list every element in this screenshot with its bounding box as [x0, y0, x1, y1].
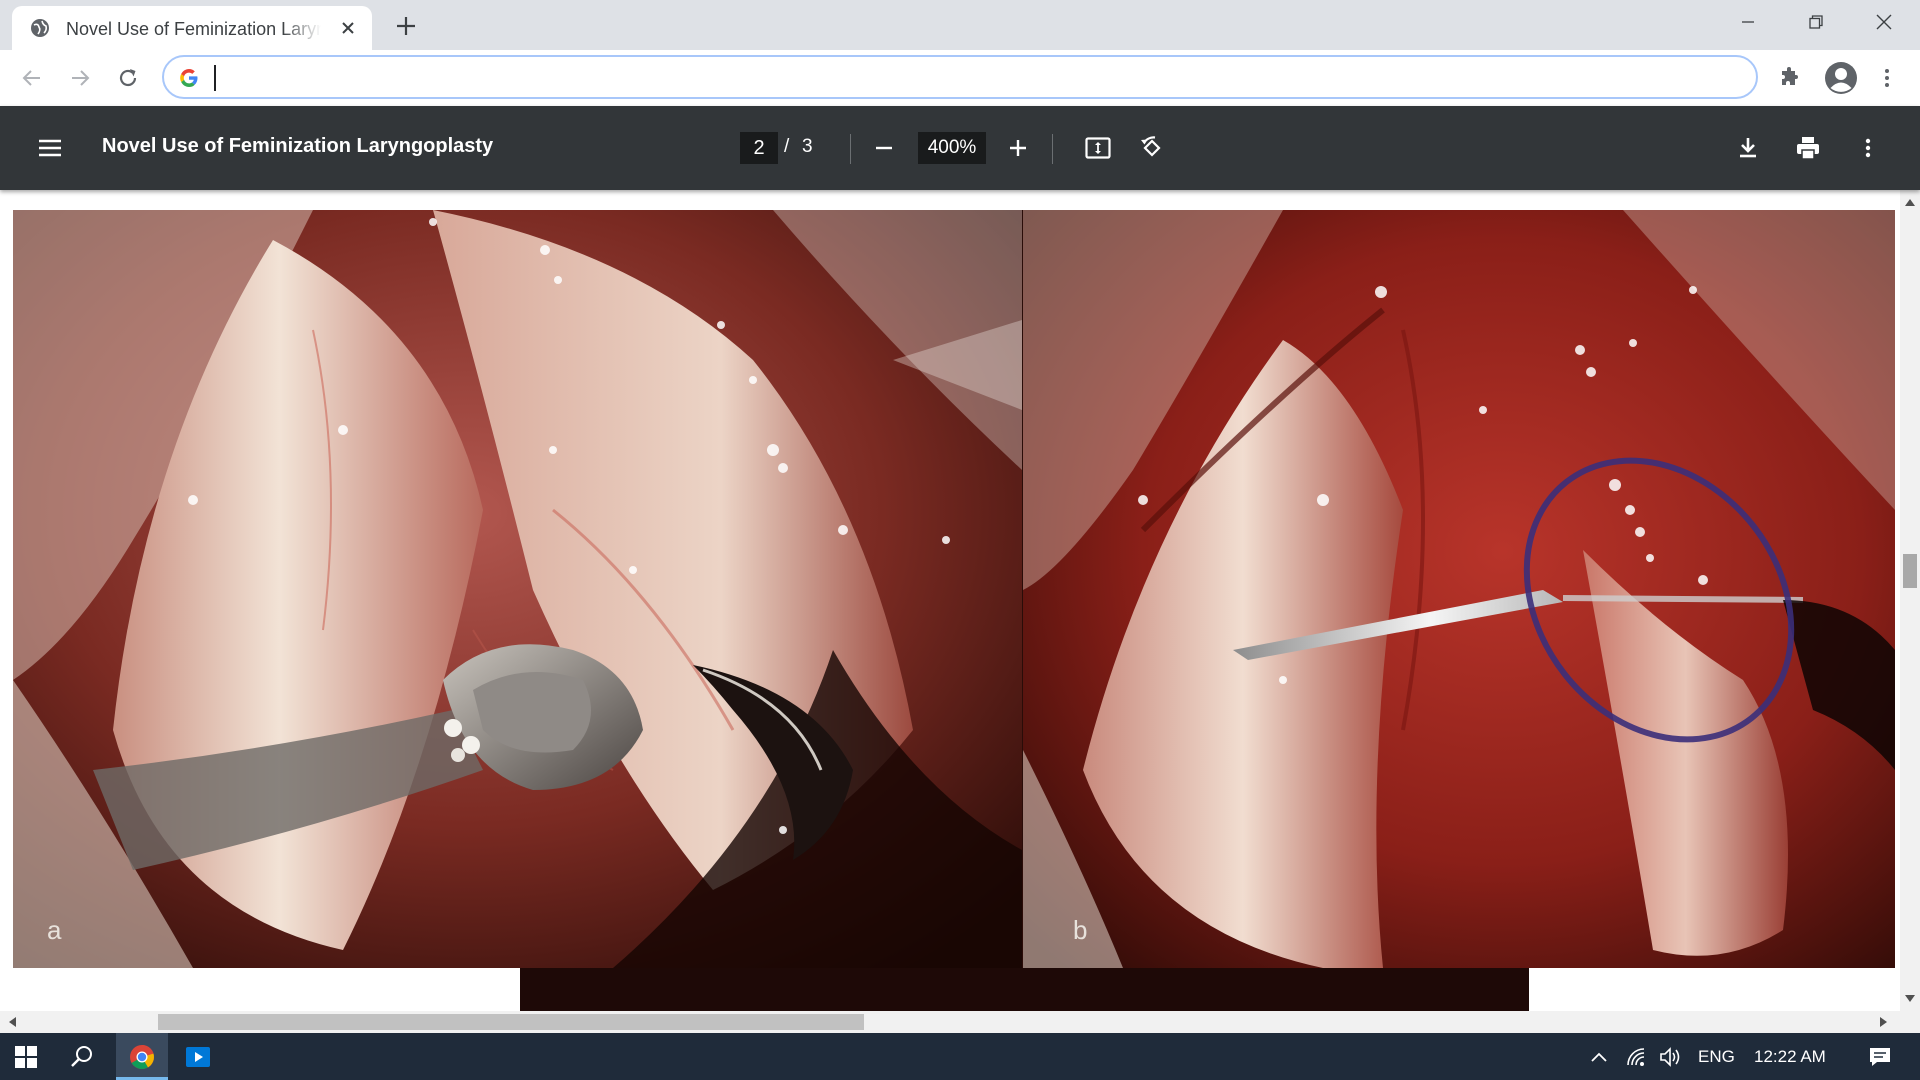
- search-button[interactable]: [56, 1033, 108, 1080]
- next-figure-top: [520, 968, 1529, 1011]
- address-input[interactable]: [210, 63, 1710, 91]
- browser-tab[interactable]: Novel Use of Feminization Laryngoplasty: [12, 6, 372, 50]
- close-icon[interactable]: [338, 18, 358, 38]
- print-button[interactable]: [1792, 132, 1824, 164]
- extensions-icon: [1782, 67, 1798, 85]
- action-center-button[interactable]: [1856, 1033, 1904, 1080]
- zoom-in-button[interactable]: [1002, 132, 1034, 164]
- download-icon: [1740, 138, 1756, 158]
- scroll-down-arrow[interactable]: [1902, 991, 1918, 1007]
- download-button[interactable]: [1732, 132, 1764, 164]
- profile-button[interactable]: [1824, 61, 1858, 95]
- minimize-icon: [1742, 21, 1754, 23]
- browser-menu-button[interactable]: [1873, 64, 1901, 92]
- scrollbar-corner: [1900, 1011, 1920, 1033]
- fit-page-button[interactable]: [1082, 132, 1114, 164]
- back-icon: [22, 70, 40, 86]
- horizontal-scrollbar[interactable]: [0, 1011, 1900, 1033]
- text-caret: [214, 65, 216, 91]
- search-icon: [71, 1045, 92, 1067]
- hamburger-menu-icon[interactable]: [34, 132, 66, 164]
- profile-icon: [1825, 62, 1857, 94]
- endoscopic-figure: a b: [13, 210, 1895, 968]
- minimize-button[interactable]: [1714, 0, 1782, 44]
- fit-page-icon: [1085, 137, 1111, 159]
- scroll-up-arrow[interactable]: [1902, 194, 1918, 210]
- toolbar-divider: [1052, 134, 1053, 164]
- scroll-left-arrow[interactable]: [4, 1014, 20, 1030]
- zoom-out-icon: [876, 146, 892, 150]
- close-icon: [1876, 14, 1892, 30]
- total-pages: 3: [802, 136, 813, 157]
- rotate-icon: [1141, 136, 1161, 157]
- toolbar-divider: [850, 134, 851, 164]
- print-icon: [1797, 137, 1819, 160]
- volume-icon: [1660, 1046, 1680, 1067]
- vertical-scrollbar[interactable]: [1900, 190, 1920, 1011]
- pdf-document-area[interactable]: a b: [0, 190, 1900, 1011]
- zoom-level-input[interactable]: [918, 132, 986, 164]
- figure-panel-a: a: [13, 210, 1022, 968]
- panel-b-label: b: [1073, 915, 1088, 945]
- taskbar-media-player[interactable]: [172, 1033, 224, 1080]
- endoscopic-image-b: [1023, 210, 1895, 968]
- browser-toolbar: [0, 50, 1920, 106]
- forward-icon: [72, 70, 90, 86]
- extensions-button[interactable]: [1776, 64, 1804, 92]
- plus-icon[interactable]: [392, 12, 420, 40]
- page-number-input[interactable]: [740, 132, 778, 164]
- address-bar[interactable]: [162, 55, 1758, 99]
- close-window-button[interactable]: [1850, 0, 1918, 44]
- kebab-menu-icon: [1865, 138, 1871, 158]
- chevron-up-icon: [1905, 199, 1915, 206]
- tab-strip: Novel Use of Feminization Laryngoplasty: [0, 0, 1920, 50]
- google-icon: [180, 69, 198, 87]
- more-actions-button[interactable]: [1852, 132, 1884, 164]
- reload-icon: [119, 69, 137, 87]
- pdf-toolbar: Novel Use of Feminization Laryngoplasty …: [0, 106, 1920, 190]
- tab-title: Novel Use of Feminization Laryngoplasty: [66, 19, 321, 39]
- taskbar-chrome[interactable]: [116, 1033, 168, 1080]
- globe-icon: [31, 19, 49, 37]
- network-status[interactable]: [1622, 1033, 1652, 1080]
- forward-button[interactable]: [66, 64, 94, 92]
- media-player-icon: [186, 1046, 210, 1067]
- restore-icon: [1809, 15, 1823, 29]
- document-title: Novel Use of Feminization Laryngoplasty: [102, 135, 494, 157]
- chevron-right-icon: [1880, 1017, 1887, 1027]
- kebab-menu-icon: [1885, 69, 1889, 87]
- panel-a-label: a: [47, 915, 62, 945]
- clock[interactable]: 12:22 AM: [1754, 1047, 1826, 1067]
- scroll-right-arrow[interactable]: [1876, 1014, 1892, 1030]
- wifi-icon: [1627, 1047, 1645, 1066]
- horizontal-scroll-thumb[interactable]: [158, 1014, 864, 1030]
- show-hidden-icons[interactable]: [1584, 1033, 1614, 1080]
- reload-button[interactable]: [114, 64, 142, 92]
- chevron-left-icon: [9, 1017, 16, 1027]
- figure-panel-b: b: [1023, 210, 1895, 968]
- endoscopic-image-a: [13, 210, 1022, 968]
- volume-control[interactable]: [1656, 1033, 1686, 1080]
- input-language[interactable]: ENG: [1698, 1047, 1735, 1067]
- chevron-down-icon: [1905, 995, 1915, 1002]
- restore-button[interactable]: [1782, 0, 1850, 44]
- rotate-button[interactable]: [1136, 132, 1168, 164]
- windows-taskbar: ENG 12:22 AM: [0, 1033, 1920, 1080]
- start-button[interactable]: [0, 1033, 52, 1080]
- back-button[interactable]: [18, 64, 46, 92]
- zoom-in-icon: [1010, 140, 1026, 156]
- page-separator: /: [784, 136, 790, 157]
- zoom-out-button[interactable]: [868, 132, 900, 164]
- chrome-icon: [130, 1044, 154, 1069]
- chevron-up-icon: [1591, 1052, 1607, 1062]
- notification-icon: [1870, 1047, 1890, 1066]
- vertical-scroll-thumb[interactable]: [1903, 554, 1917, 588]
- windows-start-icon: [15, 1045, 37, 1068]
